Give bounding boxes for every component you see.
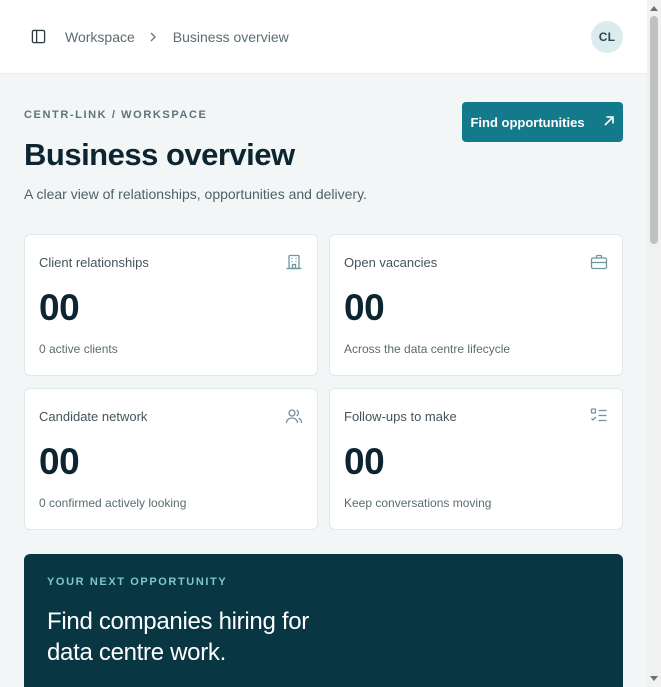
arrow-up-right-icon	[603, 115, 615, 130]
stat-label: Candidate network	[39, 409, 148, 424]
users-icon	[285, 407, 303, 425]
stat-card-client-relationships[interactable]: Client relationships 00 0 active clients	[24, 234, 318, 376]
stat-caption: 0 active clients	[39, 342, 118, 356]
breadcrumb-item-workspace[interactable]: Workspace	[65, 29, 135, 45]
breadcrumb: Workspace Business overview	[65, 29, 289, 45]
checklist-icon	[590, 407, 608, 425]
scroll-up-arrow-icon[interactable]	[650, 6, 658, 11]
chevron-right-icon	[149, 32, 157, 42]
find-opportunities-button[interactable]: Find opportunities	[462, 102, 623, 142]
stat-card-candidate-network[interactable]: Candidate network 00 0 confirmed activel…	[24, 388, 318, 530]
stat-caption: Across the data centre lifecycle	[344, 342, 511, 356]
scroll-down-arrow-icon[interactable]	[650, 676, 658, 681]
promo-title: Find companies hiring for data centre wo…	[47, 608, 309, 666]
page-eyebrow: CENTR-LINK / WORKSPACE	[24, 109, 208, 121]
stat-label: Client relationships	[39, 255, 149, 270]
breadcrumb-item-current: Business overview	[172, 28, 289, 45]
stat-label: Follow-ups to make	[344, 409, 457, 424]
find-opportunities-label: Find opportunities	[470, 114, 585, 130]
promo-eyebrow: YOUR NEXT OPPORTUNITY	[47, 576, 228, 588]
sidebar-toggle-icon[interactable]	[30, 29, 46, 45]
briefcase-icon	[590, 253, 608, 271]
stat-value: 00	[344, 287, 385, 328]
stats-grid: Client relationships 00 0 active clients…	[24, 234, 623, 530]
scrollbar-thumb[interactable]	[650, 16, 658, 244]
page-scrollbar[interactable]	[647, 0, 661, 687]
stat-caption: 0 confirmed actively looking	[39, 496, 187, 510]
top-bar: Workspace Business overview CL	[0, 0, 647, 74]
stat-value: 00	[39, 441, 80, 482]
stat-card-open-vacancies[interactable]: Open vacancies 00 Across the data centre…	[329, 234, 623, 376]
page-title: Business overview	[24, 137, 295, 172]
stat-value: 00	[344, 441, 385, 482]
building-icon	[285, 253, 303, 271]
avatar[interactable]: CL	[591, 20, 623, 53]
stat-caption: Keep conversations moving	[344, 496, 492, 510]
stat-card-follow-ups[interactable]: Follow-ups to make 00 Keep conversations…	[329, 388, 623, 530]
page-subtitle: A clear view of relationships, opportuni…	[24, 186, 367, 202]
stat-value: 00	[39, 287, 80, 328]
next-opportunity-banner: YOUR NEXT OPPORTUNITY Find companies hir…	[24, 554, 623, 687]
stat-label: Open vacancies	[344, 255, 438, 270]
